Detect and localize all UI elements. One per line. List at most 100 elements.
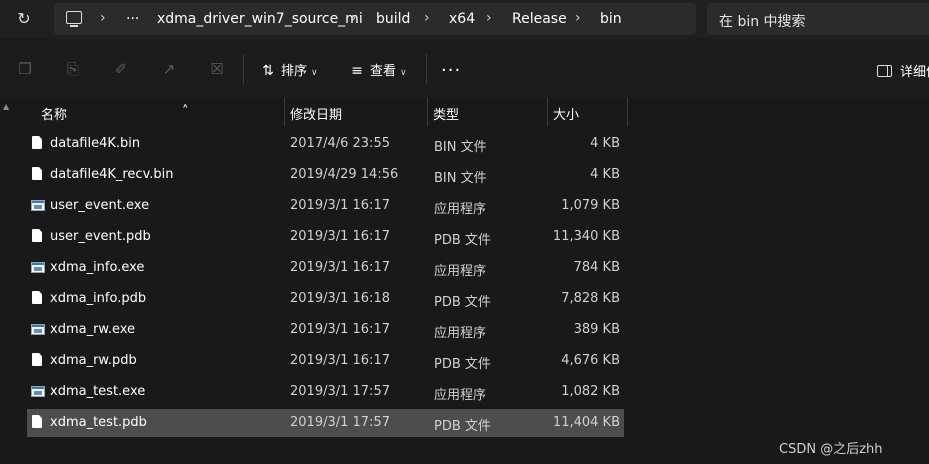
file-type: 应用程序 bbox=[434, 264, 487, 279]
file-name: datafile4K_recv.bin bbox=[50, 167, 174, 182]
crumb-xdma-driver[interactable]: xdma_driver_win7_source_mi bbox=[157, 11, 363, 27]
file-type: BIN 文件 bbox=[434, 140, 487, 155]
chevron-right-icon: › bbox=[424, 10, 430, 26]
crumb-x64[interactable]: x64 bbox=[449, 11, 475, 27]
details-label: 详细信 bbox=[900, 65, 929, 80]
file-icon bbox=[32, 136, 42, 149]
file-icon bbox=[32, 415, 42, 428]
view-label: 查看 bbox=[370, 64, 397, 79]
rename-icon[interactable]: ✐ bbox=[113, 61, 129, 77]
file-row[interactable]: xdma_rw.pdb 2019/3/1 16:17 PDB 文件 4,676 KB bbox=[27, 347, 624, 375]
file-size: 389 KB bbox=[573, 322, 620, 337]
file-type: 应用程序 bbox=[434, 202, 487, 217]
address-bar: ↻ › ··· xdma_driver_win7_source_mi › bui… bbox=[0, 0, 929, 38]
toolbar-divider bbox=[426, 54, 427, 84]
file-size: 1,079 KB bbox=[561, 198, 620, 213]
file-row[interactable]: datafile4K.bin 2017/4/6 23:55 BIN 文件 4 KB bbox=[27, 130, 624, 158]
file-row[interactable]: datafile4K_recv.bin 2019/4/29 14:56 BIN 文件… bbox=[27, 161, 624, 189]
file-type: PDB 文件 bbox=[434, 233, 491, 248]
file-row[interactable]: xdma_test.pdb 2019/3/1 17:57 PDB 文件 11,404 … bbox=[27, 409, 624, 437]
application-icon bbox=[31, 200, 45, 211]
watermark: CSDN @之后zhh bbox=[779, 442, 883, 457]
chevron-right-icon: › bbox=[486, 10, 492, 26]
view-icon: ≡ bbox=[351, 63, 363, 79]
crumb-bin[interactable]: bin bbox=[600, 11, 622, 27]
file-row[interactable]: xdma_test.exe 2019/3/1 17:57 应用程序 1,082 KB bbox=[27, 378, 624, 406]
search-placeholder: 在 bin 中搜索 bbox=[719, 14, 806, 30]
scroll-up-icon[interactable]: ▲ bbox=[3, 102, 9, 111]
file-date: 2017/4/6 23:55 bbox=[290, 136, 390, 151]
delete-icon[interactable]: ☒ bbox=[209, 61, 225, 77]
share-icon[interactable]: ↗ bbox=[161, 61, 177, 77]
file-row[interactable]: xdma_info.exe 2019/3/1 16:17 应用程序 784 KB bbox=[27, 254, 624, 282]
chevron-right-icon: › bbox=[100, 10, 106, 26]
view-button[interactable]: ≡ 查看 ∨ bbox=[348, 60, 407, 80]
details-pane-button[interactable]: 详细信 bbox=[877, 61, 929, 80]
file-size: 1,082 KB bbox=[561, 384, 620, 399]
command-bar: ❐ ⎘ ✐ ↗ ☒ ⇅排序∨ ≡查看∨ ··· 详细信 bbox=[0, 38, 929, 99]
file-type: BIN 文件 bbox=[434, 171, 487, 186]
application-icon bbox=[31, 324, 45, 335]
copy-icon[interactable]: ❐ bbox=[17, 61, 33, 77]
chevron-down-icon: ∨ bbox=[311, 68, 318, 78]
file-name: xdma_rw.exe bbox=[50, 322, 136, 337]
file-type: PDB 文件 bbox=[434, 295, 491, 310]
sort-label: 排序 bbox=[281, 64, 308, 79]
file-icon bbox=[32, 167, 42, 180]
chevron-down-icon: ∨ bbox=[400, 68, 407, 78]
file-date: 2019/3/1 16:17 bbox=[290, 198, 390, 213]
file-name: xdma_test.pdb bbox=[50, 415, 147, 430]
file-name: xdma_test.exe bbox=[50, 384, 146, 399]
paste-icon[interactable]: ⎘ bbox=[65, 61, 81, 77]
application-icon bbox=[31, 262, 45, 273]
breadcrumb[interactable]: › ··· xdma_driver_win7_source_mi › build… bbox=[54, 3, 696, 35]
file-date: 2019/3/1 17:57 bbox=[290, 415, 390, 430]
file-name: xdma_info.pdb bbox=[50, 291, 147, 306]
computer-icon[interactable] bbox=[66, 11, 82, 27]
file-date: 2019/3/1 16:18 bbox=[290, 291, 390, 306]
crumb-release[interactable]: Release bbox=[512, 11, 567, 27]
sort-button[interactable]: ⇅ 排序 ∨ bbox=[259, 60, 318, 80]
file-type: 应用程序 bbox=[434, 388, 487, 403]
file-size: 4 KB bbox=[590, 136, 620, 151]
file-row[interactable]: xdma_rw.exe 2019/3/1 16:17 应用程序 389 KB bbox=[27, 316, 624, 344]
file-size: 4 KB bbox=[590, 167, 620, 182]
column-header-type[interactable]: 类型 bbox=[428, 98, 548, 126]
file-date: 2019/4/29 14:56 bbox=[290, 167, 399, 182]
chevron-right-icon: › bbox=[575, 10, 581, 26]
sort-icon: ⇅ bbox=[262, 63, 274, 79]
file-type: 应用程序 bbox=[434, 326, 487, 341]
file-date: 2019/3/1 16:17 bbox=[290, 353, 390, 368]
chevron-right-icon: › bbox=[351, 10, 357, 26]
file-name: xdma_info.exe bbox=[50, 260, 145, 275]
file-icon bbox=[32, 229, 42, 242]
file-name: datafile4K.bin bbox=[50, 136, 141, 151]
column-header-date[interactable]: 修改日期 bbox=[285, 98, 428, 126]
file-name: user_event.exe bbox=[50, 198, 150, 213]
file-date: 2019/3/1 16:17 bbox=[290, 322, 390, 337]
sort-ascending-icon: ˄ bbox=[182, 104, 189, 119]
details-pane-icon bbox=[877, 65, 892, 77]
search-input[interactable]: 在 bin 中搜索 bbox=[707, 3, 929, 35]
crumb-build[interactable]: build bbox=[376, 11, 410, 27]
refresh-icon[interactable]: ↻ bbox=[14, 9, 34, 29]
more-crumbs-button[interactable]: ··· bbox=[126, 11, 139, 27]
file-size: 7,828 KB bbox=[561, 291, 620, 306]
file-date: 2019/3/1 16:17 bbox=[290, 229, 390, 244]
file-date: 2019/3/1 17:57 bbox=[290, 384, 390, 399]
more-options-button[interactable]: ··· bbox=[441, 60, 461, 81]
file-icon bbox=[32, 291, 42, 304]
file-icon bbox=[32, 353, 42, 366]
file-date: 2019/3/1 16:17 bbox=[290, 260, 390, 275]
file-size: 4,676 KB bbox=[561, 353, 620, 368]
file-size: 11,404 KB bbox=[552, 415, 620, 430]
application-icon bbox=[31, 386, 45, 397]
file-name: user_event.pdb bbox=[50, 229, 151, 244]
toolbar-divider bbox=[243, 54, 244, 84]
file-row[interactable]: user_event.pdb 2019/3/1 16:17 PDB 文件 11,340… bbox=[27, 223, 624, 251]
column-header-name[interactable]: 名称 ˄ bbox=[27, 98, 285, 126]
file-row[interactable]: xdma_info.pdb 2019/3/1 16:18 PDB 文件 7,828 K… bbox=[27, 285, 624, 313]
file-row[interactable]: user_event.exe 2019/3/1 16:17 应用程序 1,079 KB bbox=[27, 192, 624, 220]
file-name: xdma_rw.pdb bbox=[50, 353, 137, 368]
column-header-size[interactable]: 大小 bbox=[548, 98, 628, 126]
